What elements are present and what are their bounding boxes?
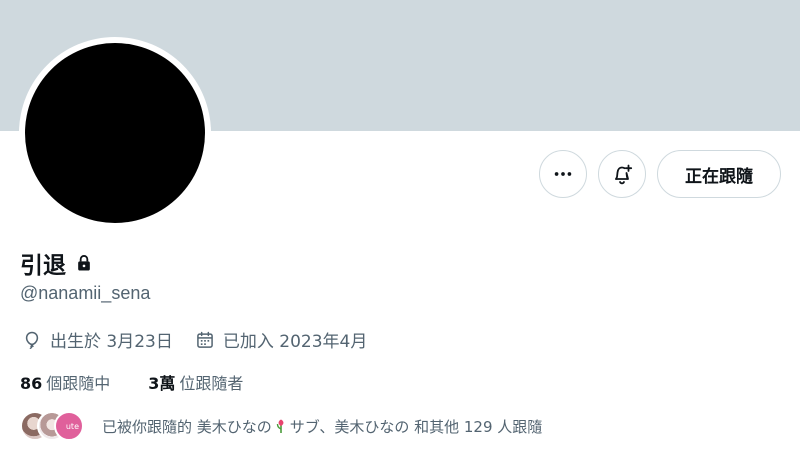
balloon-icon [25,331,39,349]
mutual-avatars: ute [20,409,88,443]
mutual-avatar: ute [54,411,84,441]
followers-count: 3萬 [148,374,176,393]
profile-handle: @nanamii_sena [20,283,151,303]
followers-stat[interactable]: 3萬 位跟隨者 [148,370,243,394]
more-options-button[interactable] [539,150,587,198]
name-row: 引退 [20,246,94,280]
notifications-button[interactable] [598,150,646,198]
birthday-item: 出生於 3月23日 [22,327,173,352]
calendar-icon [197,331,213,348]
followers-you-know[interactable]: ute 已被你跟隨的 美木ひなの サブ、美木ひなの 和其他 129 人跟隨 [20,409,542,443]
follow-stats: 86 個跟隨中 3萬 位跟隨者 [20,370,265,394]
joined-item: 已加入 2023年4月 [195,327,367,352]
following-count: 86 [20,374,43,393]
birthday-text: 出生於 3月23日 [50,332,173,352]
more-horizontal-icon [554,172,572,176]
mutual-avatar-badge: ute [65,421,79,431]
avatar[interactable] [25,43,205,223]
tulip-emoji-icon [276,419,284,433]
followed-by-prefix: 已被你跟隨的 美木ひなの [102,417,272,436]
following-label: 個跟隨中 [46,374,111,393]
joined-text: 已加入 2023年4月 [222,332,368,352]
followed-by-suffix: サブ、美木ひなの 和其他 129 人跟隨 [289,417,543,436]
following-button[interactable]: 正在跟隨 [657,150,781,198]
followed-by-text: 已被你跟隨的 美木ひなの サブ、美木ひなの 和其他 129 人跟隨 [102,416,542,437]
profile-meta: 出生於 3月23日 已加入 2023年4月 [22,327,389,352]
lock-icon [78,254,90,271]
display-name: 引退 [20,253,66,279]
followers-label: 位跟隨者 [179,374,244,393]
bell-plus-icon [615,164,633,185]
following-stat[interactable]: 86 個跟隨中 [20,370,110,394]
